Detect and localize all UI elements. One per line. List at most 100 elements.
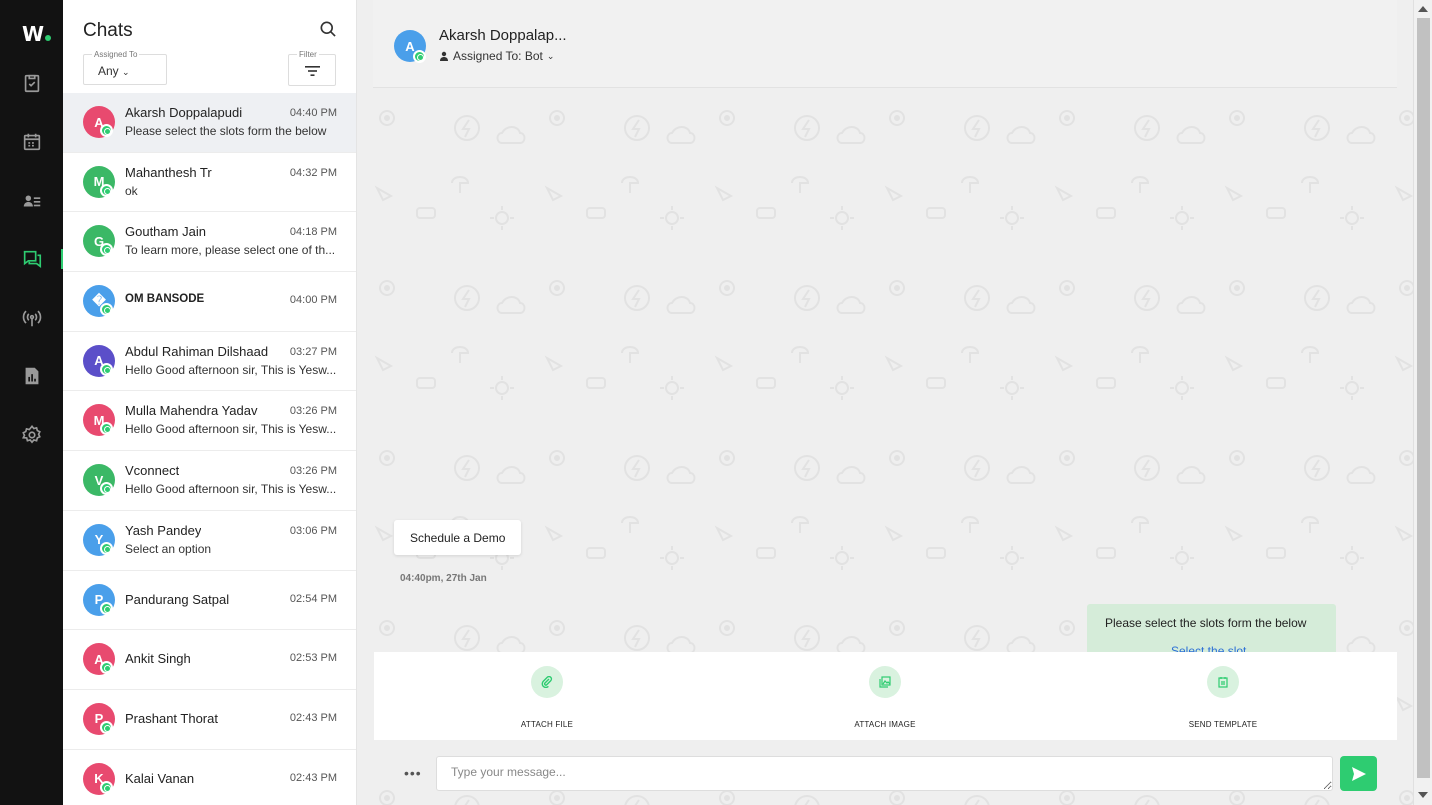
outgoing-message-text: Please select the slots form the below [1105, 616, 1307, 630]
contact-name[interactable]: Akarsh Doppalap... [439, 27, 567, 44]
chat-time: 02:53 PM [289, 652, 337, 665]
chat-name: Prashant Thorat [125, 710, 218, 726]
chat-preview: To learn more, please select one of th..… [125, 243, 336, 258]
chat-name: Akarsh Doppalapudi [125, 105, 243, 120]
chat-name: Goutham Jain [125, 224, 206, 240]
nav-settings[interactable] [0, 415, 63, 455]
whatsapp-icon [100, 720, 113, 734]
nav-contacts[interactable] [0, 181, 63, 221]
chat-preview: Hello Good afternoon sir, This is Yesw..… [125, 422, 337, 437]
chat-name: Ankit Singh [125, 651, 191, 667]
chat-list-item[interactable]: Y Yash Pandey 03:06 PM Select an option [63, 511, 356, 571]
nav-chats[interactable] [0, 239, 63, 279]
contacts-icon [23, 195, 40, 207]
chat-time: 04:00 PM [289, 294, 337, 307]
whatsapp-icon [100, 601, 113, 615]
app-logo[interactable]: W [22, 22, 52, 46]
attach-file-button[interactable]: ATTACH FILE [447, 666, 647, 729]
whatsapp-icon [100, 422, 113, 436]
chat-name: Kalai Vanan [125, 770, 195, 786]
send-button[interactable] [1340, 756, 1377, 791]
chat-list-item[interactable]: P Prashant Thorat 02:43 PM [63, 690, 356, 750]
chat-time: 02:43 PM [289, 711, 337, 724]
whatsapp-icon [100, 541, 113, 555]
chat-name: Abdul Rahiman Dilshaad [125, 343, 269, 359]
chat-list-item[interactable]: G Goutham Jain 04:18 PM To learn more, plea… [63, 212, 356, 273]
scrollbar[interactable] [1413, 0, 1432, 805]
person-icon [440, 51, 448, 61]
image-icon [879, 676, 891, 688]
chat-name: OM BANSODE [125, 293, 205, 306]
chat-list-item[interactable]: A Ankit Singh 02:53 PM [63, 630, 356, 690]
nav-broadcast[interactable] [0, 298, 63, 338]
whatsapp-icon [100, 362, 113, 376]
search-icon[interactable] [318, 19, 338, 39]
chat-time: 02:43 PM [289, 771, 337, 784]
whatsapp-icon [413, 50, 426, 63]
assigned-to-dropdown[interactable]: Assigned To Any ⌄ [83, 50, 167, 85]
panel-title: Chats [83, 20, 133, 41]
chat-name: Mahanthesh Tr [125, 164, 212, 180]
scrollbar-thumb[interactable] [1417, 18, 1430, 778]
chat-name: Mulla Mahendra Yadav [125, 403, 258, 419]
gear-icon [21, 424, 41, 444]
chat-time: 04:40 PM [289, 107, 337, 119]
chat-list-item[interactable]: M Mulla Mahendra Yadav 03:26 PM Hello Good … [63, 391, 356, 452]
more-options-button[interactable]: ••• [404, 765, 422, 781]
conversation-pane: A Akarsh Doppalap... Assigned To: Bot ⌄ … [357, 0, 1413, 805]
scroll-down-arrow[interactable] [1418, 792, 1428, 798]
chat-time: 03:27 PM [289, 345, 337, 358]
whatsapp-icon [100, 661, 113, 675]
chat-list-item[interactable]: K Kalai Vanan 02:43 PM [63, 750, 356, 805]
clipboard-check-icon [24, 74, 39, 93]
filter-label: Filter [297, 50, 319, 59]
chat-preview: Hello Good afternoon sir, This is Yesw..… [125, 482, 337, 497]
chat-list-item[interactable]: A Akarsh Doppalapudi 04:40 PM Please select… [63, 93, 356, 153]
chevron-down-icon: ⌄ [546, 50, 555, 61]
nav-rail: W [0, 0, 63, 805]
filter-button[interactable]: Filter [288, 50, 336, 86]
chat-preview: Select an option [125, 541, 212, 556]
assigned-to-text: Assigned To: Bot [453, 49, 543, 63]
chat-list-item[interactable]: A Abdul Rahiman Dilshaad 03:27 PM Hello Goo… [63, 332, 356, 392]
assigned-to-selector[interactable]: Assigned To: Bot ⌄ [439, 49, 554, 63]
nav-calendar[interactable] [0, 122, 63, 162]
attach-file-label: ATTACH FILE [520, 720, 574, 729]
chat-list-item[interactable]: � OM BANSODE 04:00 PM [63, 272, 356, 332]
filter-icon [305, 66, 320, 76]
send-template-button[interactable]: SEND TEMPLATE [1123, 666, 1323, 729]
chat-list: A Akarsh Doppalapudi 04:40 PM Please select… [63, 93, 356, 805]
incoming-message: Schedule a Demo [394, 520, 522, 555]
scroll-up-arrow[interactable] [1418, 6, 1428, 12]
chat-time: 04:32 PM [289, 166, 337, 179]
chat-preview: Please select the slots form the below [125, 124, 327, 138]
conversation-header: A Akarsh Doppalap... Assigned To: Bot ⌄ [373, 0, 1397, 88]
assigned-to-label: Assigned To [92, 50, 140, 59]
reports-icon [25, 367, 38, 385]
chat-list-item[interactable]: V Vconnect 03:26 PM Hello Good afternoon si… [63, 451, 356, 511]
chat-name: Yash Pandey [125, 522, 202, 538]
calendar-icon [23, 133, 40, 151]
chat-preview: Hello Good afternoon sir, This is Yesw..… [125, 362, 337, 377]
chat-preview: ok [125, 183, 138, 198]
whatsapp-icon [100, 183, 113, 197]
chat-name: Vconnect [125, 463, 180, 479]
attach-image-button[interactable]: ATTACH IMAGE [785, 666, 985, 729]
chats-icon [23, 250, 41, 268]
send-icon [1351, 766, 1366, 781]
nav-tasks[interactable] [0, 63, 63, 103]
chat-list-item[interactable]: P Pandurang Satpal 02:54 PM [63, 571, 356, 631]
broadcast-icon [22, 310, 41, 327]
whatsapp-icon [100, 780, 113, 794]
whatsapp-icon [100, 303, 113, 317]
chat-list-item[interactable]: M Mahanthesh Tr 04:32 PM ok [63, 153, 356, 213]
chat-time: 03:06 PM [289, 524, 337, 537]
message-input[interactable] [436, 756, 1333, 791]
attach-image-label: ATTACH IMAGE [854, 720, 916, 729]
message-timestamp: 04:40pm, 27th Jan [400, 573, 487, 584]
chat-name: Pandurang Satpal [125, 591, 230, 607]
chat-time: 02:54 PM [289, 592, 337, 605]
send-template-label: SEND TEMPLATE [1188, 720, 1258, 729]
whatsapp-icon [100, 124, 113, 137]
nav-reports[interactable] [0, 356, 63, 396]
